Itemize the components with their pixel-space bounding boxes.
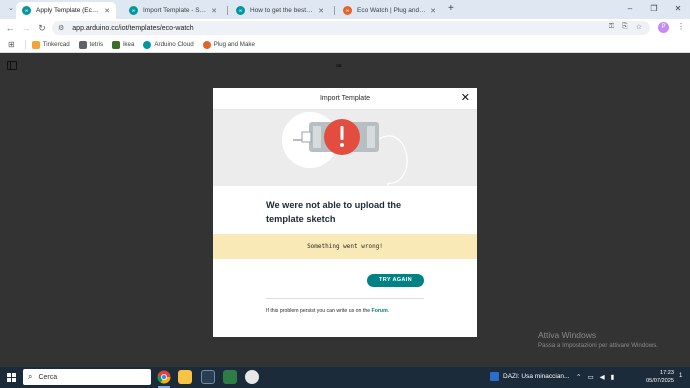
bookmarks-bar: ⊞ Tinkercad tetris ikea Arduino Cloud Pl… <box>0 37 690 53</box>
maximize-button[interactable]: ❐ <box>642 0 666 19</box>
arduino-logo[interactable]: ∞ <box>336 61 342 70</box>
tab-separator <box>334 6 335 15</box>
bookmark-ikea[interactable]: ikea <box>112 40 135 49</box>
address-bar[interactable]: ⚙ app.arduino.cc/iot/templates/eco-watch… <box>52 21 650 35</box>
arduino-icon: ∞ <box>22 6 31 15</box>
volume-icon[interactable]: ◀ <box>600 373 605 381</box>
minimize-button[interactable]: – <box>618 0 642 19</box>
help-suffix: . <box>387 308 390 314</box>
error-message: Something went wrong! <box>307 243 383 250</box>
modal-title: Import Template <box>319 95 371 102</box>
tab-separator <box>227 6 228 15</box>
news-widget[interactable]: DAZI: Usa minaccian... <box>490 372 569 381</box>
arduino-icon: ∞ <box>129 6 138 15</box>
file-explorer-icon[interactable] <box>178 370 192 384</box>
tab-import-template[interactable]: ∞ Import Template - Something w ✕ <box>123 2 223 19</box>
reload-icon[interactable]: ↻ <box>36 22 48 34</box>
tab-title: How to get the best out of this <box>250 7 314 14</box>
plug-and-make-icon: ∞ <box>343 6 352 15</box>
app-icon[interactable] <box>223 370 237 384</box>
close-window-button[interactable]: ✕ <box>666 0 690 19</box>
address-bar-actions: ⚿ ⎘ ☆ <box>609 23 642 31</box>
news-icon <box>490 372 499 381</box>
browser-toolbar: ← → ↻ ⚙ app.arduino.cc/iot/templates/eco… <box>0 19 690 37</box>
search-icon: ⌕ <box>28 372 33 381</box>
bookmark-arduino-cloud[interactable]: Arduino Cloud <box>143 40 194 49</box>
activate-windows-watermark: Attiva Windows Passa a Impostazioni per … <box>538 330 658 349</box>
forward-arrow-icon[interactable]: → <box>20 22 32 34</box>
bookmark-separator <box>24 40 26 49</box>
error-banner: Something went wrong! <box>213 234 477 259</box>
close-tab-icon[interactable]: ✕ <box>211 7 217 15</box>
profile-avatar[interactable]: P <box>658 22 669 33</box>
battery-icon[interactable]: ▮ <box>611 373 615 381</box>
tinkercad-icon <box>31 40 40 49</box>
bookmark-label: Arduino Cloud <box>154 41 194 48</box>
modal-header: Import Template ✕ <box>213 88 477 110</box>
site-info-icon[interactable]: ⚙ <box>58 24 64 32</box>
app-icon[interactable] <box>245 370 259 384</box>
news-headline: DAZI: Usa minaccian... <box>503 373 570 380</box>
try-again-button[interactable]: TRY AGAIN <box>367 274 424 287</box>
bookmark-plug-and-make[interactable]: Plug and Make <box>202 40 255 49</box>
ikea-icon <box>112 40 121 49</box>
chevron-up-icon[interactable]: ⌃ <box>576 373 581 381</box>
windows-start-icon[interactable] <box>7 373 16 382</box>
taskbar-search-placeholder: Cerca <box>38 373 58 381</box>
close-tab-icon[interactable]: ✕ <box>430 7 436 15</box>
taskbar-search[interactable]: ⌕ Cerca <box>23 369 151 385</box>
back-arrow-icon[interactable]: ← <box>4 22 16 34</box>
bookmark-label: Plug and Make <box>213 41 255 48</box>
network-icon[interactable]: ▭ <box>587 373 593 381</box>
bookmark-label: Tinkercad <box>42 41 70 48</box>
store-icon[interactable] <box>201 370 215 384</box>
taskbar: ⌕ Cerca DAZI: Usa minaccian... ⌃ ▭ ◀ ▮ 1… <box>0 367 690 388</box>
forum-link[interactable]: Forum <box>372 308 388 314</box>
clock-time: 17:23 <box>660 370 674 376</box>
close-tab-icon[interactable]: ✕ <box>318 7 324 15</box>
notification-count[interactable]: 1 <box>679 373 682 379</box>
tab-how-to[interactable]: ∞ How to get the best out of this ✕ <box>230 2 330 19</box>
help-text: If this problem persist you can write us… <box>266 308 389 314</box>
url-text[interactable]: app.arduino.cc/iot/templates/eco-watch <box>72 25 193 32</box>
bookmark-label: tetris <box>89 41 104 48</box>
activate-title: Attiva Windows <box>538 330 597 340</box>
share-icon[interactable]: ⎘ <box>622 23 628 31</box>
bookmark-tinkercad[interactable]: Tinkercad <box>31 40 70 49</box>
board-error-graphic <box>282 112 408 186</box>
tab-apply-template[interactable]: ∞ Apply Template (Eco Watch) | A ✕ <box>16 2 116 19</box>
plug-and-make-icon <box>202 40 211 49</box>
close-modal-button[interactable]: ✕ <box>461 92 470 104</box>
window-controls: – ❐ ✕ <box>618 0 690 19</box>
help-message: If this problem persist you can write us… <box>266 308 371 314</box>
page-content: ∞ Import Template ✕ We were not able to … <box>0 54 690 367</box>
sidebar-toggle-icon[interactable] <box>7 61 17 70</box>
menu-dots-icon[interactable]: ⋮ <box>677 22 685 31</box>
new-tab-button[interactable]: + <box>448 3 454 14</box>
tab-search-icon[interactable]: ⌄ <box>8 4 14 12</box>
bookmark-label: ikea <box>123 41 135 48</box>
chrome-taskbar-icon[interactable] <box>157 370 171 384</box>
tab-strip: ⌄ ∞ Apply Template (Eco Watch) | A ✕ ∞ I… <box>0 0 690 19</box>
bookmark-star-icon[interactable]: ☆ <box>636 23 642 31</box>
arduino-icon: ∞ <box>236 6 245 15</box>
error-heading: We were not able to upload the template … <box>266 200 402 224</box>
tab-title: Apply Template (Eco Watch) | A <box>36 7 100 14</box>
apps-grid-icon[interactable]: ⊞ <box>8 40 15 49</box>
tab-title: Eco Watch | Plug and Make <box>357 7 427 14</box>
password-key-icon[interactable]: ⚿ <box>609 23 614 31</box>
system-tray: ⌃ ▭ ◀ ▮ <box>576 373 614 381</box>
arduino-icon <box>143 40 152 49</box>
tetris-icon <box>78 40 87 49</box>
tab-eco-watch[interactable]: ∞ Eco Watch | Plug and Make ✕ <box>337 2 442 19</box>
tab-title: Import Template - Something w <box>143 7 207 14</box>
clock[interactable]: 17:23 05/07/2025 <box>636 370 674 385</box>
divider <box>266 298 424 299</box>
bookmark-tetris[interactable]: tetris <box>78 40 104 49</box>
import-template-modal: Import Template ✕ We were not able to up… <box>213 88 477 337</box>
close-tab-icon[interactable]: ✕ <box>104 7 110 15</box>
clock-date: 05/07/2025 <box>646 377 674 384</box>
error-illustration <box>213 110 477 186</box>
activate-subtitle: Passa a Impostazioni per attivare Window… <box>538 342 659 349</box>
